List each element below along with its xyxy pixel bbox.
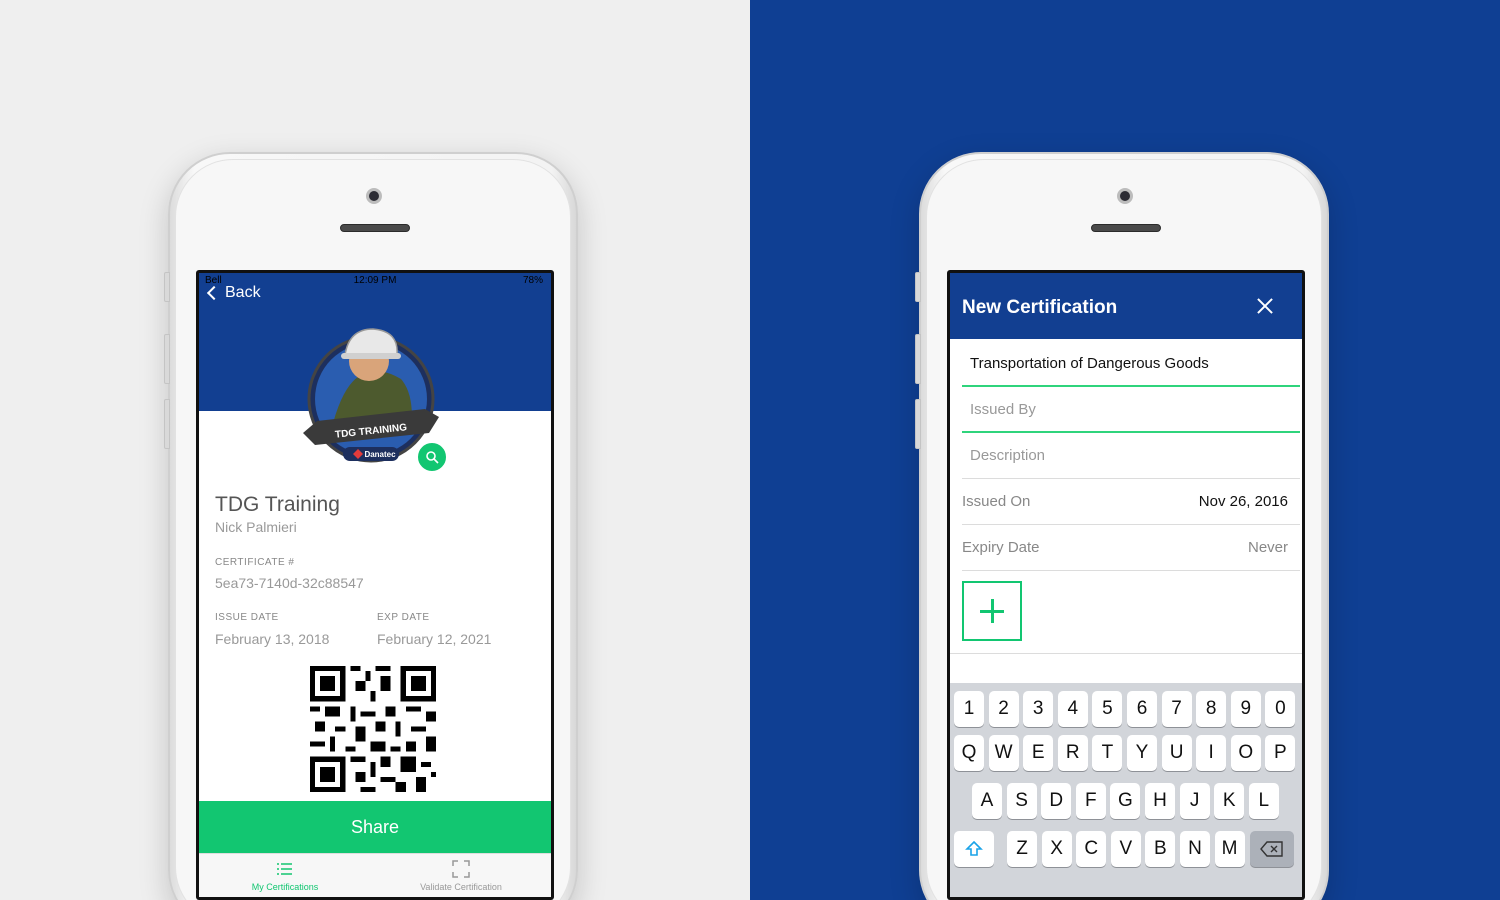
key-3[interactable]: 3 bbox=[1023, 691, 1054, 727]
backspace-icon bbox=[1260, 841, 1283, 857]
phone-screen-right: New Certification Transportation of Dang… bbox=[947, 270, 1305, 900]
certificate-holder: Nick Palmieri bbox=[215, 519, 297, 535]
issued-on-row[interactable]: Issued On Nov 26, 2016 bbox=[962, 479, 1300, 525]
expiry-date-value: Never bbox=[1247, 539, 1288, 556]
expiry-date-label: Expiry Date bbox=[962, 539, 1040, 556]
key-f[interactable]: F bbox=[1075, 783, 1106, 819]
key-l[interactable]: L bbox=[1248, 783, 1279, 819]
key-o[interactable]: O bbox=[1230, 735, 1261, 771]
volume-up-button bbox=[164, 334, 170, 384]
back-button[interactable]: Back bbox=[205, 284, 261, 302]
description-field[interactable]: Description bbox=[962, 433, 1300, 479]
key-c[interactable]: C bbox=[1076, 831, 1107, 867]
exp-date-label: EXP DATE bbox=[377, 612, 430, 623]
key-e[interactable]: E bbox=[1023, 735, 1054, 771]
key-7[interactable]: 7 bbox=[1161, 691, 1192, 727]
key-8[interactable]: 8 bbox=[1196, 691, 1227, 727]
page-title: New Certification bbox=[962, 297, 1118, 318]
key-w[interactable]: W bbox=[988, 735, 1019, 771]
issued-on-value: Nov 26, 2016 bbox=[1198, 493, 1288, 510]
earpiece-speaker bbox=[340, 224, 410, 232]
issued-by-field[interactable]: Issued By bbox=[962, 387, 1300, 433]
key-y[interactable]: Y bbox=[1127, 735, 1157, 771]
keyboard: 1234567890 QWERTYUIOP ASDFGHJKL ZXCVBNM bbox=[950, 683, 1302, 897]
share-button[interactable]: Share bbox=[199, 801, 551, 853]
divider bbox=[950, 653, 1302, 654]
key-k[interactable]: K bbox=[1214, 783, 1245, 819]
add-attachment-button[interactable] bbox=[962, 581, 1022, 641]
key-n[interactable]: N bbox=[1180, 831, 1210, 867]
key-x[interactable]: X bbox=[1041, 831, 1072, 867]
volume-up-button bbox=[915, 334, 921, 384]
list-icon bbox=[277, 863, 292, 875]
key-4[interactable]: 4 bbox=[1057, 691, 1088, 727]
close-icon[interactable] bbox=[1256, 297, 1274, 315]
key-5[interactable]: 5 bbox=[1092, 691, 1123, 727]
mute-switch bbox=[915, 272, 921, 302]
key-9[interactable]: 9 bbox=[1230, 691, 1261, 727]
front-camera bbox=[1117, 188, 1133, 204]
key-p[interactable]: P bbox=[1265, 735, 1296, 771]
key-i[interactable]: I bbox=[1196, 735, 1227, 771]
tab-bar: My Certifications Validate Certification bbox=[199, 853, 551, 897]
key-q[interactable]: Q bbox=[954, 735, 984, 771]
shift-arrow-icon bbox=[965, 840, 983, 856]
phone-screen-left: Bell 12:09 PM 78% Back TDG TRAINING Dana… bbox=[196, 270, 554, 900]
certificate-number: 5ea73-7140d-32c88547 bbox=[215, 575, 364, 591]
certification-name-value: Transportation of Dangerous Goods bbox=[970, 355, 1209, 372]
key-j[interactable]: J bbox=[1179, 783, 1210, 819]
key-b[interactable]: B bbox=[1145, 831, 1176, 867]
issued-by-placeholder: Issued By bbox=[970, 401, 1036, 418]
key-a[interactable]: A bbox=[972, 783, 1002, 819]
qr-code bbox=[310, 666, 436, 792]
shift-key[interactable] bbox=[954, 831, 994, 867]
chevron-left-icon bbox=[206, 285, 222, 301]
tab-validate-certification[interactable]: Validate Certification bbox=[391, 860, 531, 892]
mute-switch bbox=[164, 272, 170, 302]
issued-on-label: Issued On bbox=[962, 493, 1031, 510]
key-g[interactable]: G bbox=[1110, 783, 1141, 819]
exp-date: February 12, 2021 bbox=[377, 631, 492, 647]
key-h[interactable]: H bbox=[1145, 783, 1175, 819]
key-m[interactable]: M bbox=[1214, 831, 1245, 867]
zoom-badge-button[interactable] bbox=[416, 441, 448, 473]
front-camera bbox=[366, 188, 382, 204]
backspace-key[interactable] bbox=[1250, 831, 1294, 867]
new-certification-header: New Certification bbox=[950, 273, 1302, 339]
expiry-date-row[interactable]: Expiry Date Never bbox=[962, 525, 1300, 571]
description-placeholder: Description bbox=[970, 447, 1046, 464]
volume-down-button bbox=[915, 399, 921, 449]
tab-label: Validate Certification bbox=[420, 882, 502, 892]
key-2[interactable]: 2 bbox=[988, 691, 1019, 727]
issue-date-label: ISSUE DATE bbox=[215, 612, 279, 623]
volume-down-button bbox=[164, 399, 170, 449]
phone-left: Bell 12:09 PM 78% Back TDG TRAINING Dana… bbox=[164, 152, 578, 900]
tab-my-certifications[interactable]: My Certifications bbox=[215, 860, 355, 892]
key-z[interactable]: Z bbox=[1007, 831, 1037, 867]
battery-level: 78% bbox=[522, 275, 543, 286]
badge-brand-text: Danatec bbox=[364, 450, 396, 459]
certificate-number-label: CERTIFICATE # bbox=[215, 557, 295, 568]
certificate-title: TDG Training bbox=[215, 493, 340, 516]
scan-icon bbox=[452, 860, 470, 878]
phone-right: New Certification Transportation of Dang… bbox=[915, 152, 1329, 900]
certification-name-field[interactable]: Transportation of Dangerous Goods bbox=[962, 341, 1300, 387]
key-u[interactable]: U bbox=[1161, 735, 1192, 771]
key-0[interactable]: 0 bbox=[1265, 691, 1296, 727]
tab-label: My Certifications bbox=[251, 882, 319, 892]
back-label: Back bbox=[225, 284, 261, 301]
key-r[interactable]: R bbox=[1057, 735, 1088, 771]
earpiece-speaker bbox=[1091, 224, 1161, 232]
key-1[interactable]: 1 bbox=[954, 691, 984, 727]
search-icon bbox=[426, 451, 439, 464]
issue-date: February 13, 2018 bbox=[215, 631, 330, 647]
key-v[interactable]: V bbox=[1110, 831, 1141, 867]
key-6[interactable]: 6 bbox=[1127, 691, 1157, 727]
key-d[interactable]: D bbox=[1041, 783, 1072, 819]
key-s[interactable]: S bbox=[1006, 783, 1037, 819]
key-t[interactable]: T bbox=[1092, 735, 1123, 771]
